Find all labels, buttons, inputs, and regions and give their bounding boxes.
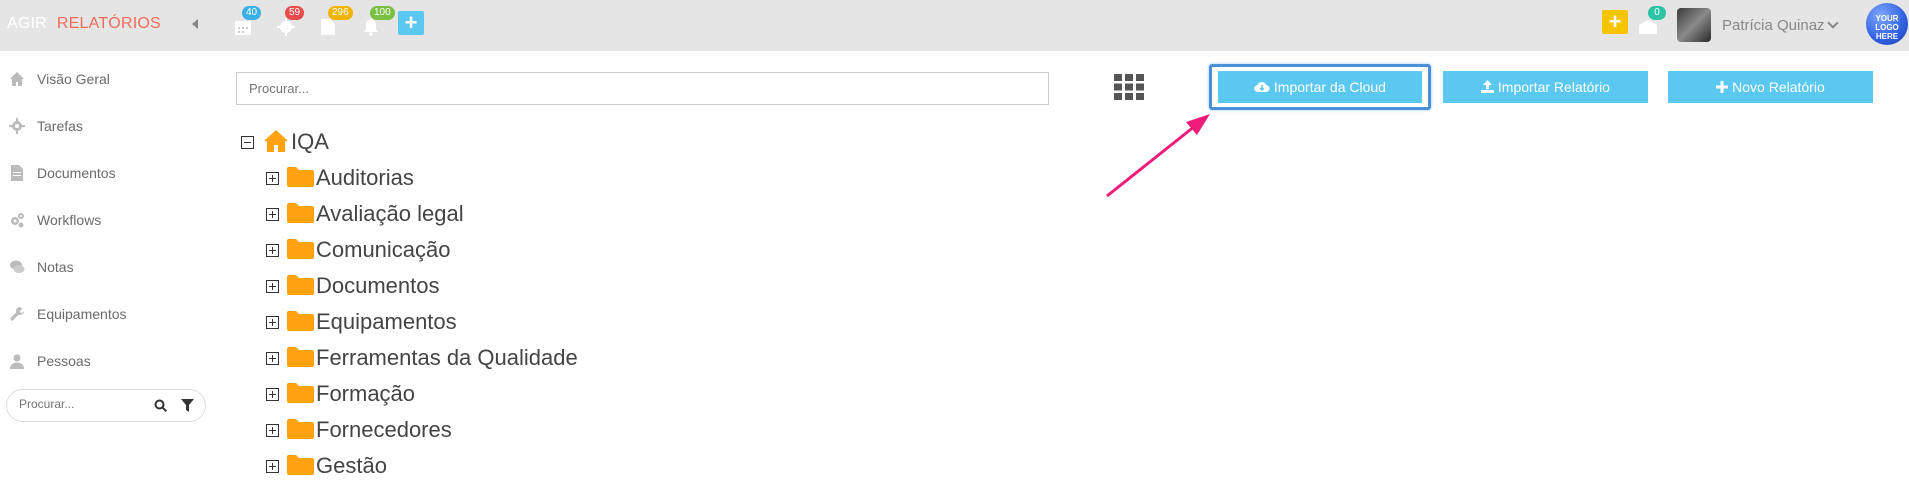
grid-view-icon[interactable]: [1114, 74, 1144, 100]
company-logo: YOUR LOGO HERE: [1866, 3, 1908, 45]
sidebar-item-label: Workflows: [37, 212, 102, 228]
brand-relatorios: RELATÓRIOS: [56, 15, 161, 32]
filter-icon[interactable]: [181, 399, 194, 413]
import-cloud-button[interactable]: Importar da Cloud: [1218, 71, 1422, 103]
sidebar-search: [6, 389, 206, 422]
tree-folder-label: Comunicação: [316, 237, 451, 262]
cloud-download-icon: [1254, 79, 1274, 95]
calendar-badge: 40: [242, 6, 262, 20]
folder-icon: [287, 239, 314, 259]
import-report-label: Importar Relatório: [1497, 79, 1610, 95]
add-button[interactable]: +: [398, 11, 424, 35]
home-icon: [264, 130, 288, 152]
avatar[interactable]: [1677, 8, 1711, 42]
document-icon: [11, 165, 23, 181]
sidebar-item-tarefas[interactable]: Tarefas: [0, 107, 215, 147]
sidebar-item-pessoas[interactable]: Pessoas: [0, 342, 215, 382]
tasks-badge: 59: [285, 6, 305, 20]
upload-icon: [1481, 79, 1498, 95]
inbox-icon[interactable]: 0: [1638, 6, 1666, 36]
sidebar-item-equipamentos[interactable]: Equipamentos: [0, 295, 215, 335]
gear-icon[interactable]: 59: [277, 6, 305, 36]
expand-toggle-icon[interactable]: [266, 172, 279, 185]
tree-folder-row[interactable]: Gestão: [266, 451, 766, 481]
expand-toggle-icon[interactable]: [266, 424, 279, 437]
tree-root-label: IQA: [291, 129, 329, 154]
new-report-label: Novo Relatório: [1732, 79, 1825, 95]
wrench-icon: [10, 307, 24, 321]
expand-toggle-icon[interactable]: [266, 388, 279, 401]
expand-toggle-icon[interactable]: [266, 208, 279, 221]
calendar-icon[interactable]: 40: [234, 6, 262, 36]
plus-icon: [1716, 79, 1732, 95]
inbox-badge: 0: [1648, 6, 1666, 20]
folder-icon: [287, 455, 314, 475]
import-cloud-label: Importar da Cloud: [1273, 79, 1386, 95]
expand-toggle-icon[interactable]: [266, 352, 279, 365]
sidebar-item-workflows[interactable]: Workflows: [0, 201, 215, 241]
sidebar-item-label: Tarefas: [37, 118, 83, 134]
collapse-sidebar-icon[interactable]: [192, 19, 198, 29]
tree-root[interactable]: IQA: [241, 127, 641, 157]
tree-folder-label: Ferramentas da Qualidade: [316, 345, 578, 370]
import-report-button[interactable]: Importar Relatório: [1443, 71, 1648, 103]
tree-folder-label: Equipamentos: [316, 309, 457, 334]
sidebar-item-visao-geral[interactable]: Visão Geral: [0, 60, 215, 100]
sidebar-item-label: Equipamentos: [37, 306, 127, 322]
sidebar-item-label: Notas: [37, 259, 74, 275]
app-brand[interactable]: AGIR RELATÓRIOS: [7, 15, 161, 33]
quick-add-button[interactable]: +: [1602, 10, 1628, 34]
tree-folder-row[interactable]: Auditorias: [266, 163, 766, 193]
notifications-badge: 100: [370, 6, 395, 20]
top-bar: AGIR RELATÓRIOS 40 59 296 100 + + 0 Patrí…: [0, 0, 1909, 51]
tree-folder-row[interactable]: Formação: [266, 379, 766, 409]
folder-icon: [287, 383, 314, 403]
tree-folder-label: Avaliação legal: [316, 201, 464, 226]
tree-folder-label: Documentos: [316, 273, 440, 298]
tree-folder-row[interactable]: Avaliação legal: [266, 199, 766, 229]
home-icon: [10, 72, 24, 86]
expand-toggle-icon[interactable]: [266, 280, 279, 293]
sidebar-item-notas[interactable]: Notas: [0, 248, 215, 288]
search-icon[interactable]: [154, 399, 168, 413]
sidebar-search-input[interactable]: [19, 397, 149, 411]
new-report-button[interactable]: Novo Relatório: [1668, 71, 1873, 103]
chevron-down-icon[interactable]: [1827, 17, 1839, 29]
person-icon: [10, 354, 24, 369]
folder-icon: [287, 347, 314, 367]
collapse-toggle-icon[interactable]: [241, 136, 254, 149]
folder-icon: [287, 419, 314, 439]
user-name[interactable]: Patrícia Quinaz: [1722, 17, 1825, 34]
tree-folder-label: Gestão: [316, 453, 387, 478]
documents-badge: 296: [328, 6, 353, 20]
folder-icon: [287, 311, 314, 331]
tree-folder-row[interactable]: Comunicação: [266, 235, 766, 265]
tree-folder-label: Auditorias: [316, 165, 414, 190]
chat-icon: [10, 260, 25, 273]
sidebar-item-label: Pessoas: [37, 353, 91, 369]
folder-icon: [287, 275, 314, 295]
document-icon[interactable]: 296: [320, 6, 353, 36]
sidebar-item-label: Documentos: [37, 165, 116, 181]
gears-icon: [11, 213, 24, 228]
tree-folder-row[interactable]: Equipamentos: [266, 307, 766, 337]
expand-toggle-icon[interactable]: [266, 244, 279, 257]
tree-folder-row[interactable]: Fornecedores: [266, 415, 766, 445]
gear-icon: [9, 118, 25, 134]
folder-icon: [287, 203, 314, 223]
main-search-input[interactable]: [249, 81, 1029, 96]
sidebar-item-label: Visão Geral: [37, 71, 110, 87]
tree-folder-label: Fornecedores: [316, 417, 452, 442]
bell-icon[interactable]: 100: [362, 6, 395, 36]
expand-toggle-icon[interactable]: [266, 460, 279, 473]
main-search: [236, 72, 1049, 105]
tree-folder-label: Formação: [316, 381, 416, 406]
sidebar-item-documentos[interactable]: Documentos: [0, 154, 215, 194]
tree-folder-row[interactable]: Ferramentas da Qualidade: [266, 343, 766, 373]
brand-agir: AGIR: [7, 15, 47, 32]
tree-folder-row[interactable]: Documentos: [266, 271, 766, 301]
sidebar: Visão Geral Tarefas Documentos Workflows…: [0, 51, 215, 485]
expand-toggle-icon[interactable]: [266, 316, 279, 329]
folder-icon: [287, 167, 314, 187]
